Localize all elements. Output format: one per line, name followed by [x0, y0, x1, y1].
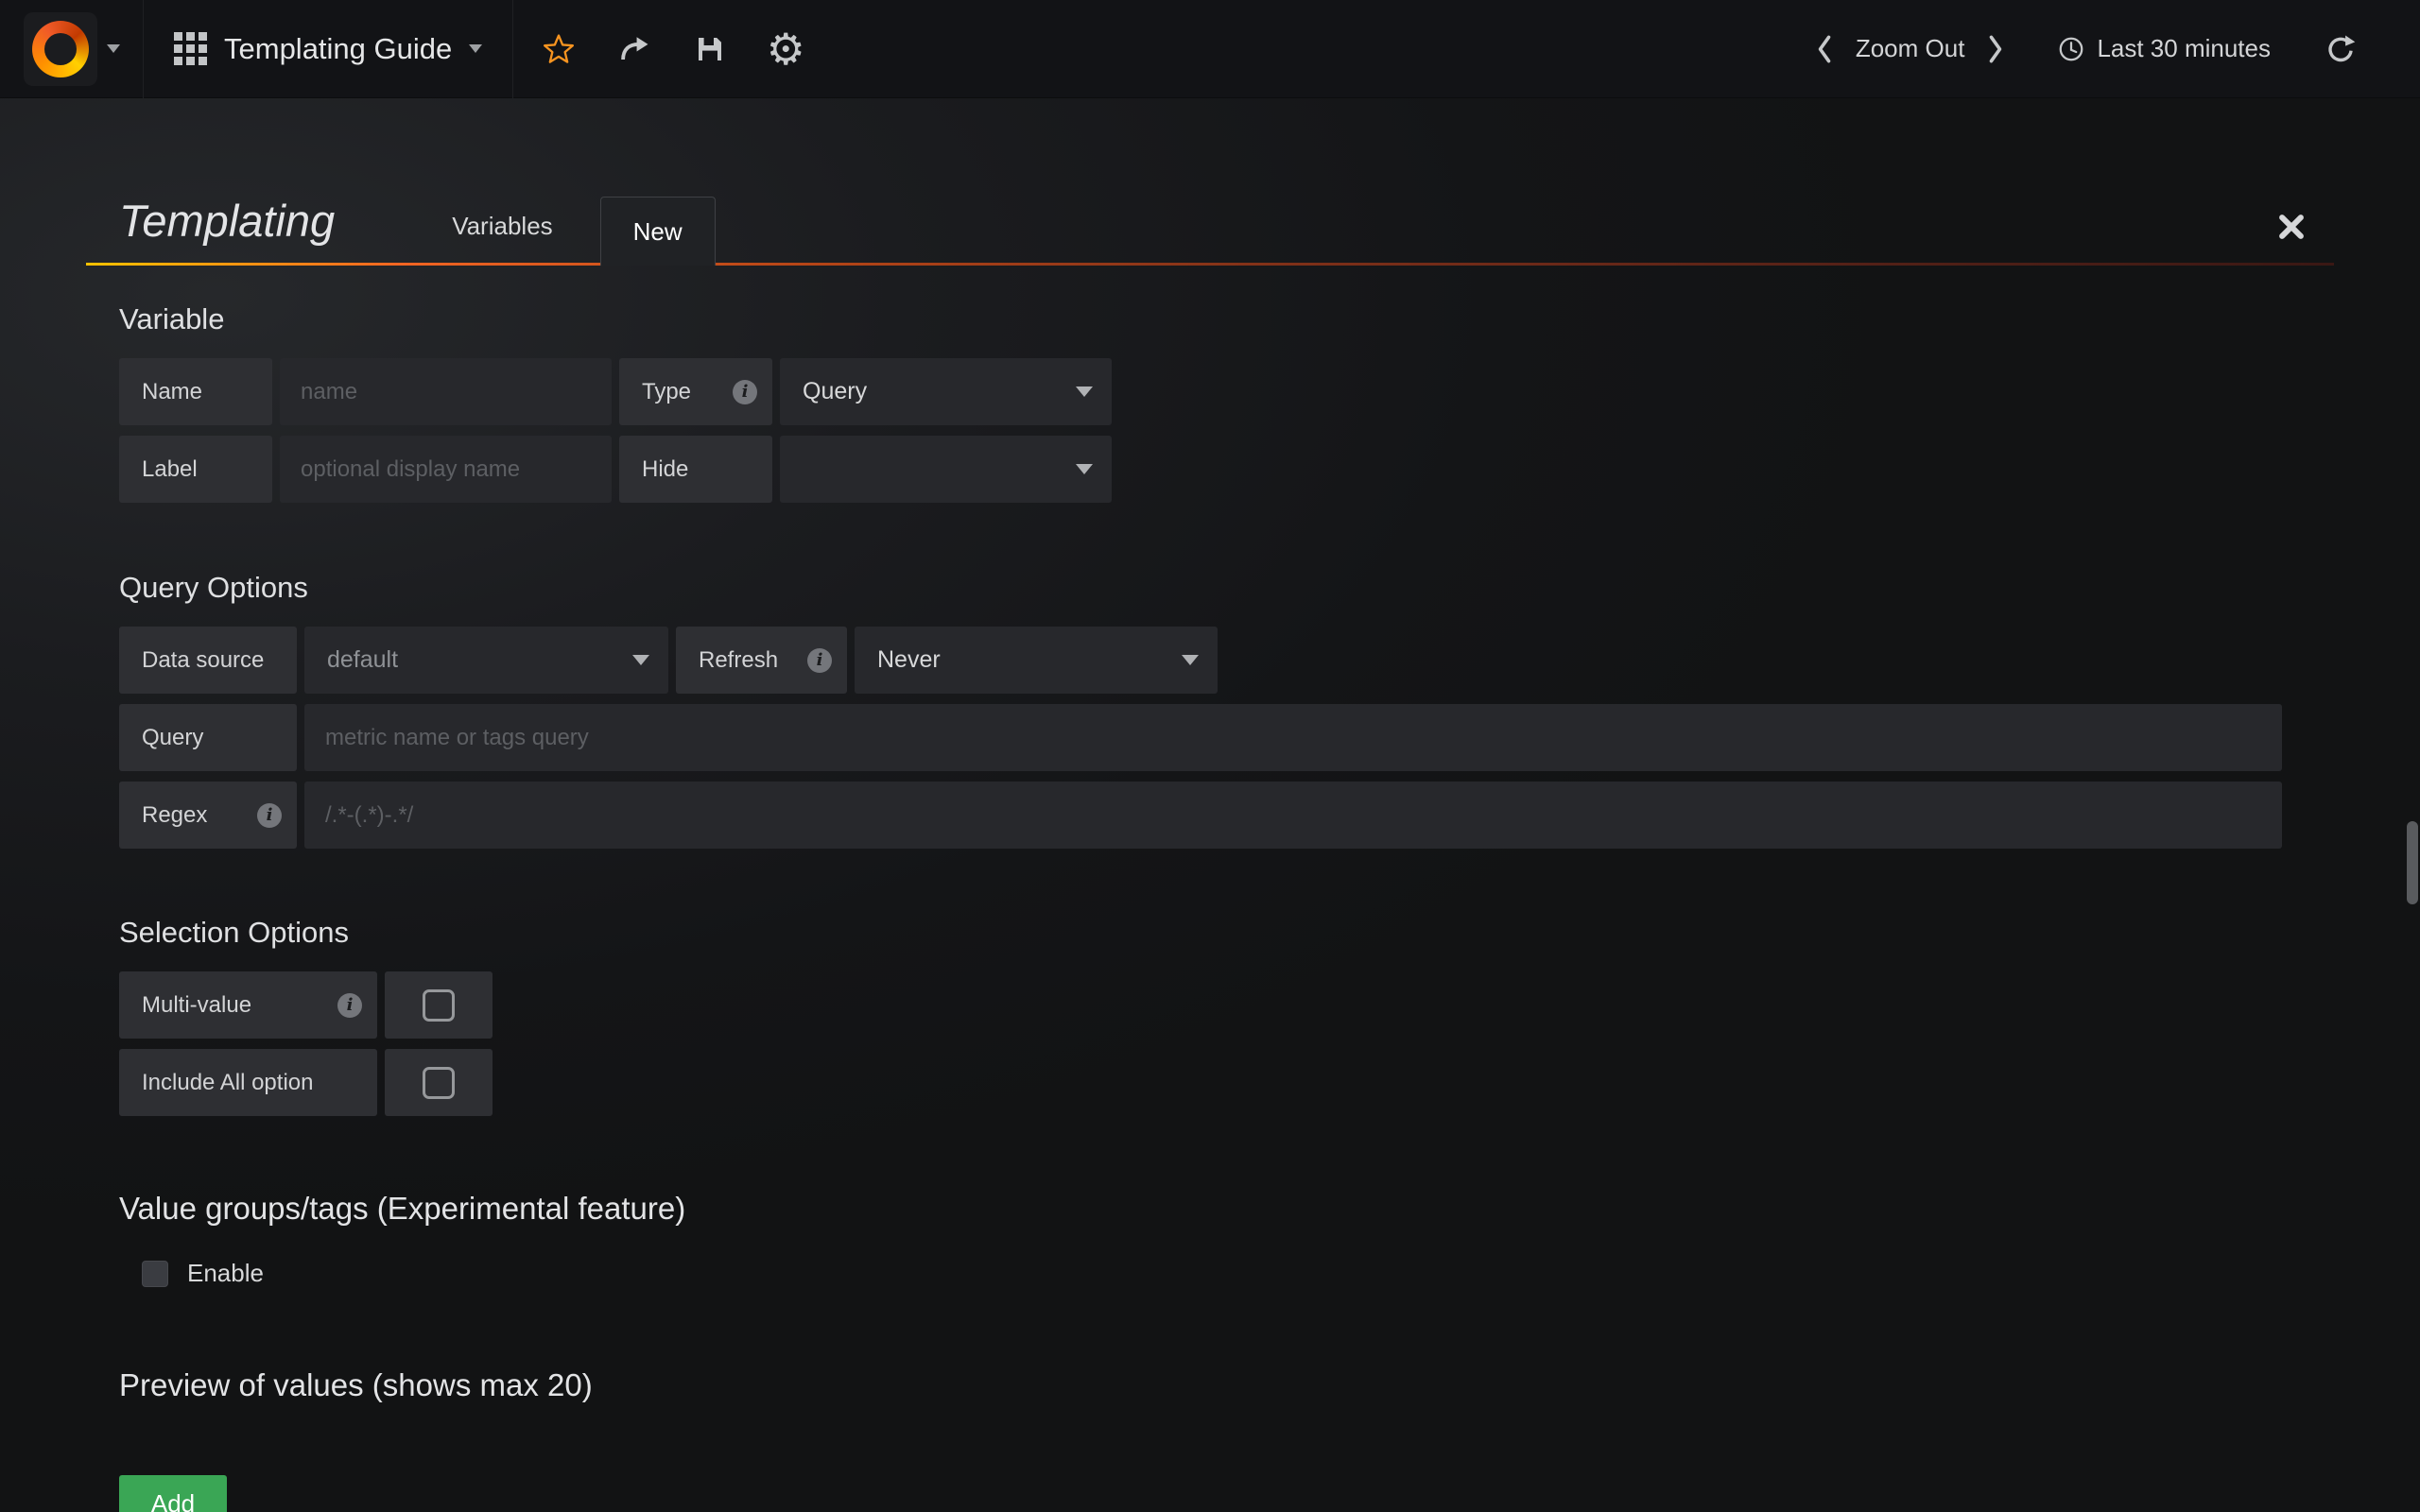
type-select[interactable]: Query	[780, 358, 1112, 425]
include-all-row: Include All option	[119, 1049, 2420, 1116]
page-title: Templating	[119, 195, 335, 247]
value-groups-heading: Value groups/tags (Experimental feature)	[119, 1191, 2420, 1227]
dashboard-title-button[interactable]: Templating Guide	[144, 0, 513, 98]
tab-new[interactable]: New	[600, 197, 716, 266]
chevron-down-icon	[1076, 387, 1093, 397]
dashboard-settings-view: Templating Variables New Variable Name T…	[0, 98, 2420, 1512]
grafana-logo	[24, 12, 97, 86]
multi-value-label-text: Multi-value	[142, 992, 251, 1019]
main-menu-button[interactable]	[0, 0, 144, 98]
tab-new-label: New	[633, 217, 683, 247]
info-icon	[257, 803, 282, 828]
gear-icon	[767, 27, 805, 71]
time-range-label: Last 30 minutes	[2097, 34, 2271, 63]
close-button[interactable]	[2275, 211, 2308, 243]
zoom-out-button[interactable]: Zoom Out	[1844, 34, 1977, 63]
name-label: Name	[119, 358, 272, 425]
info-icon	[337, 993, 362, 1018]
variable-heading: Variable	[119, 302, 2420, 336]
chevron-down-icon	[1182, 655, 1199, 665]
type-label: Type	[619, 358, 772, 425]
grafana-app: Templating Guide Zoom Out	[0, 0, 2420, 1512]
preview-heading: Preview of values (shows max 20)	[119, 1367, 2420, 1403]
data-source-select-value: default	[327, 646, 398, 674]
data-source-select[interactable]: default	[304, 627, 668, 694]
regex-input[interactable]	[304, 782, 2282, 849]
dashboard-grid-icon	[174, 32, 207, 65]
hide-label: Hide	[619, 436, 772, 503]
refresh-label-text: Refresh	[699, 647, 778, 674]
add-button[interactable]: Add	[119, 1475, 227, 1512]
zoom-forward-button[interactable]	[1976, 25, 2015, 74]
selection-options-heading: Selection Options	[119, 916, 2420, 950]
hide-select[interactable]	[780, 436, 1112, 503]
share-button[interactable]	[604, 19, 665, 79]
star-icon	[542, 32, 576, 66]
multi-value-checkbox-cell	[385, 971, 493, 1039]
zoom-back-button[interactable]	[1805, 25, 1844, 74]
type-select-value: Query	[803, 378, 867, 405]
refresh-button[interactable]	[2316, 25, 2365, 74]
time-range-button[interactable]: Last 30 minutes	[2057, 34, 2271, 63]
value-groups-section: Value groups/tags (Experimental feature)…	[119, 1191, 2420, 1288]
clock-icon	[2057, 35, 2085, 63]
chevron-down-icon	[1076, 464, 1093, 474]
label-row: Label Hide	[119, 436, 2420, 503]
query-options-section: Query Options Data source default Refres…	[119, 571, 2420, 849]
datasource-row: Data source default Refresh Never	[119, 627, 2420, 694]
save-icon	[695, 34, 725, 64]
info-icon	[733, 380, 757, 404]
scrollbar-thumb[interactable]	[2407, 821, 2418, 904]
query-row: Query	[119, 704, 2420, 771]
enable-label: Enable	[187, 1259, 264, 1288]
multi-value-checkbox[interactable]	[423, 989, 455, 1022]
selection-options-section: Selection Options Multi-value Include Al…	[119, 916, 2420, 1116]
include-all-checkbox[interactable]	[423, 1067, 455, 1099]
top-navbar: Templating Guide Zoom Out	[0, 0, 2420, 98]
regex-row: Regex	[119, 782, 2420, 849]
variable-editor-form: Variable Name Type Query Label	[0, 302, 2420, 1512]
refresh-select[interactable]: Never	[855, 627, 1218, 694]
query-options-heading: Query Options	[119, 571, 2420, 605]
share-icon	[618, 33, 650, 65]
info-icon	[807, 648, 832, 673]
chevron-down-icon	[107, 44, 120, 53]
star-button[interactable]	[528, 19, 589, 79]
include-all-label: Include All option	[119, 1049, 377, 1116]
tab-underline	[86, 263, 2334, 266]
chevron-down-icon	[632, 655, 649, 665]
chevron-down-icon	[469, 44, 482, 53]
dashboard-title: Templating Guide	[224, 32, 452, 66]
regex-label-text: Regex	[142, 802, 207, 829]
grafana-logo-ring	[32, 21, 89, 77]
name-input[interactable]	[280, 358, 612, 425]
name-row: Name Type Query	[119, 358, 2420, 425]
enable-row[interactable]: Enable	[119, 1259, 2420, 1288]
dashboard-actions	[513, 19, 831, 79]
variable-section: Variable Name Type Query Label	[119, 302, 2420, 503]
regex-label: Regex	[119, 782, 297, 849]
label-label: Label	[119, 436, 272, 503]
tab-variables[interactable]: Variables	[446, 212, 558, 241]
multi-value-label: Multi-value	[119, 971, 377, 1039]
settings-button[interactable]	[755, 19, 816, 79]
label-input[interactable]	[280, 436, 612, 503]
multi-value-row: Multi-value	[119, 971, 2420, 1039]
close-icon	[2275, 211, 2308, 243]
refresh-label: Refresh	[676, 627, 847, 694]
refresh-icon	[2325, 33, 2357, 65]
save-button[interactable]	[680, 19, 740, 79]
enable-checkbox[interactable]	[142, 1261, 168, 1287]
templating-header: Templating Variables New	[86, 98, 2334, 266]
refresh-select-value: Never	[877, 646, 941, 674]
type-label-text: Type	[642, 379, 691, 405]
query-input[interactable]	[304, 704, 2282, 771]
chevron-right-icon	[1985, 32, 2006, 66]
include-all-checkbox-cell	[385, 1049, 493, 1116]
chevron-left-icon	[1814, 32, 1835, 66]
data-source-label: Data source	[119, 627, 297, 694]
query-label: Query	[119, 704, 297, 771]
time-controls: Zoom Out Last 30 minutes	[1805, 25, 2420, 74]
